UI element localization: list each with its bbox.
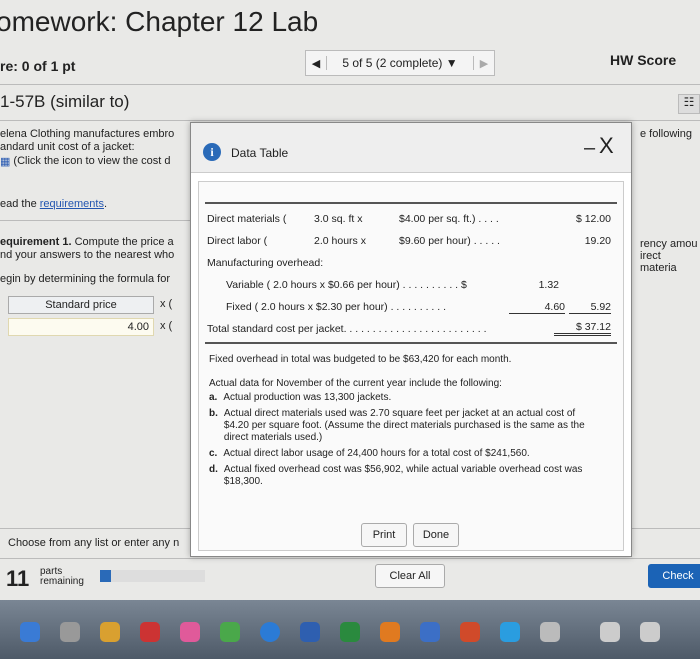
divider: [0, 84, 700, 85]
problem-text: e following: [640, 128, 692, 140]
menu-grid-icon[interactable]: ☷: [678, 94, 700, 114]
times-symbol: x (: [160, 320, 173, 332]
question-navigator[interactable]: ◀ 5 of 5 (2 complete) ▼ ▶: [305, 50, 495, 76]
print-button[interactable]: Print: [361, 523, 407, 547]
safari-icon[interactable]: [260, 622, 280, 642]
question-dropdown[interactable]: 5 of 5 (2 complete) ▼: [326, 56, 474, 70]
os-dock: [0, 600, 700, 659]
variable-subtotal: 1.32: [538, 279, 559, 291]
app-icon[interactable]: [100, 622, 120, 642]
clear-all-button[interactable]: Clear All: [375, 564, 445, 588]
dialog-header: i Data Table – X: [191, 123, 631, 173]
parts-progress-bar: [100, 570, 205, 582]
progress-fill: [100, 570, 111, 582]
item-text: Actual direct materials used was 2.70 sq…: [223, 408, 585, 443]
row-qty: 2.0 hours x: [314, 235, 366, 247]
instruction-text: egin by determining the formula for: [0, 273, 170, 285]
row-total: $ 12.00: [575, 213, 611, 225]
row-label: Direct materials (: [207, 213, 287, 225]
problem-text: elena Clothing manufactures embro: [0, 128, 175, 140]
divider: [0, 220, 190, 221]
minimize-button[interactable]: –: [584, 137, 595, 160]
item-key: b.: [209, 408, 218, 419]
requirement-text: Compute the price a: [71, 236, 174, 248]
item-key: c.: [209, 448, 218, 459]
value-input[interactable]: 4.00: [8, 318, 154, 336]
requirement-text: nd your answers to the nearest who: [0, 249, 175, 261]
word-icon[interactable]: [300, 622, 320, 642]
standard-price-field[interactable]: Standard price: [8, 296, 154, 314]
row-total: 19.20: [584, 235, 611, 247]
powerpoint-icon[interactable]: [460, 622, 480, 642]
problem-text: (Click the icon to view the cost d: [13, 155, 171, 167]
table-icon[interactable]: ▦: [0, 155, 10, 168]
divider: [0, 120, 700, 121]
hw-score: HW Score: [610, 52, 677, 68]
app-icon[interactable]: [380, 622, 400, 642]
budget-text: Fixed overhead in total was budgeted to …: [209, 354, 512, 365]
finder-icon[interactable]: [20, 622, 40, 642]
requirements-link[interactable]: requirements: [40, 198, 104, 210]
launchpad-icon[interactable]: [60, 622, 80, 642]
score-text: re: 0 of 1 pt: [0, 58, 76, 74]
parts-label: remaining: [40, 576, 84, 587]
read-text: ead the: [0, 198, 40, 210]
dialog-title: Data Table: [231, 146, 289, 160]
row-qty: 3.0 sq. ft x: [314, 213, 363, 225]
skype-icon[interactable]: [500, 622, 520, 642]
data-table-dialog: i Data Table – X Direct materials ( 3.0 …: [190, 122, 632, 557]
cost-table-panel: Direct materials ( 3.0 sq. ft x $4.00 pe…: [198, 181, 624, 551]
app-icon[interactable]: [540, 622, 560, 642]
folder-icon[interactable]: [600, 622, 620, 642]
table-bottom-rule: [205, 342, 617, 344]
period: .: [103, 198, 108, 210]
next-question-button[interactable]: ▶: [474, 57, 494, 70]
problem-text: irect materia: [640, 250, 677, 274]
question-id: 1-57B (similar to): [0, 92, 130, 111]
app-icon[interactable]: [220, 622, 240, 642]
list-item: b. Actual direct materials used was 2.70 …: [209, 408, 599, 444]
itunes-icon[interactable]: [180, 622, 200, 642]
problem-text: rency amou: [640, 238, 698, 250]
times-symbol: x (: [160, 298, 173, 310]
item-key: d.: [209, 464, 218, 475]
total-value: $ 37.12: [554, 321, 611, 336]
variable-row: Variable ( 2.0 hours x $0.66 per hour) .…: [226, 279, 467, 291]
overhead-heading: Manufacturing overhead:: [207, 257, 324, 269]
table-top-rule: [205, 202, 617, 204]
divider: [0, 558, 700, 559]
app-icon[interactable]: [140, 622, 160, 642]
prev-question-button[interactable]: ◀: [306, 57, 326, 70]
fixed-subtotal: 4.60: [509, 301, 565, 314]
excel-icon[interactable]: [340, 622, 360, 642]
item-text: Actual direct labor usage of 24,400 hour…: [223, 448, 530, 459]
total-label: Total standard cost per jacket. . . . . …: [207, 323, 487, 335]
list-item: a. Actual production was 13,300 jackets.: [209, 392, 599, 404]
info-icon: i: [203, 143, 221, 161]
row-rate: $4.00 per sq. ft.) . . . .: [399, 213, 499, 225]
problem-text: andard unit cost of a jacket:: [0, 141, 135, 153]
requirement-label: equirement 1.: [0, 236, 72, 248]
hint-text: Choose from any list or enter any n: [8, 537, 180, 549]
fixed-row: Fixed ( 2.0 hours x $2.30 per hour) . . …: [226, 301, 447, 313]
close-button[interactable]: X: [599, 133, 614, 159]
parts-count: 11: [6, 566, 30, 591]
page-title: omework: Chapter 12 Lab: [0, 6, 319, 37]
row-label: Direct labor (: [207, 235, 268, 247]
check-button[interactable]: Check: [648, 564, 700, 588]
item-key: a.: [209, 392, 218, 403]
overhead-total: 5.92: [569, 301, 611, 314]
app-icon[interactable]: [420, 622, 440, 642]
actual-intro: Actual data for November of the current …: [209, 378, 502, 389]
done-button[interactable]: Done: [413, 523, 459, 547]
list-item: c. Actual direct labor usage of 24,400 ho…: [209, 448, 599, 460]
item-text: Actual fixed overhead cost was $56,902, …: [223, 464, 583, 487]
list-item: d. Actual fixed overhead cost was $56,902…: [209, 464, 599, 488]
item-text: Actual production was 13,300 jackets.: [223, 392, 392, 403]
trash-icon[interactable]: [640, 622, 660, 642]
actual-list: a. Actual production was 13,300 jackets. …: [209, 392, 599, 488]
row-rate: $9.60 per hour) . . . . .: [399, 235, 500, 247]
